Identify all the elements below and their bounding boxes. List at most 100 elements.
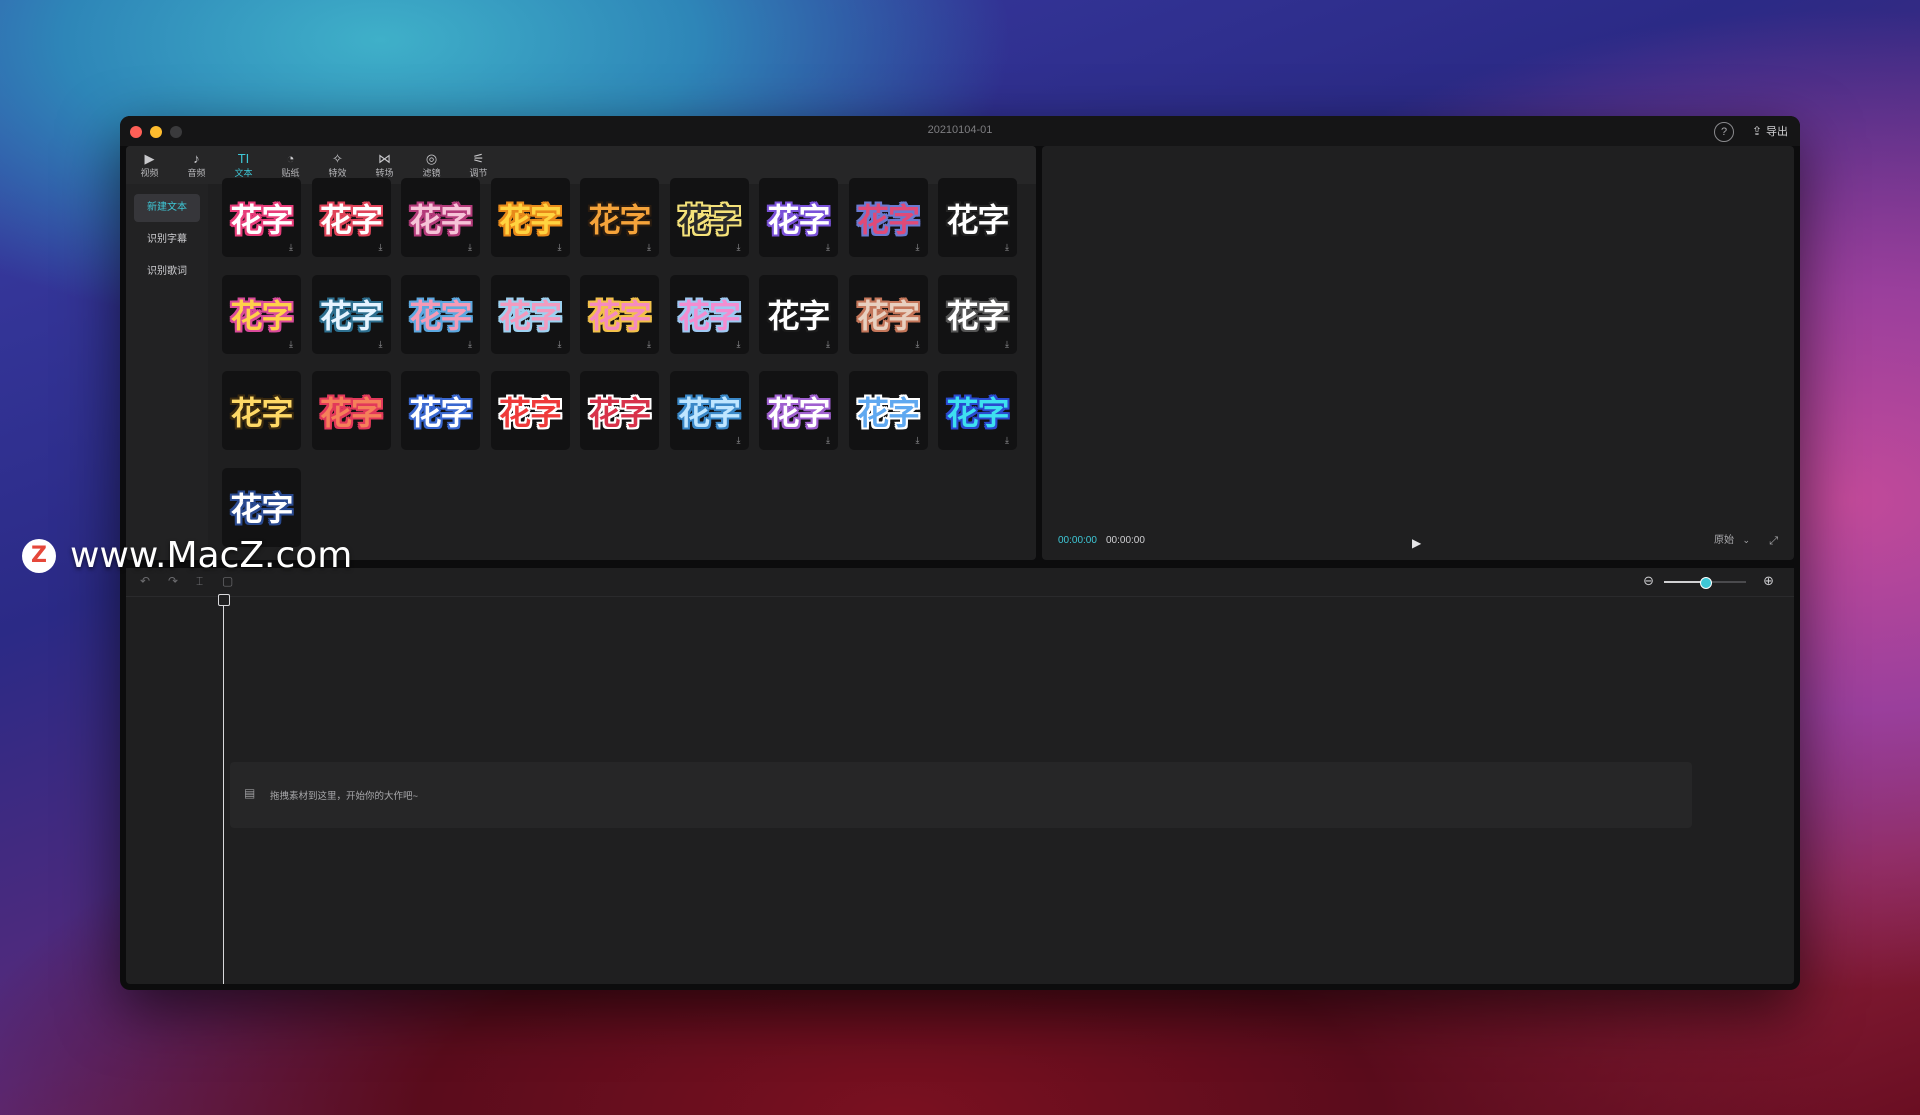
tab-label: 调节 xyxy=(469,167,488,178)
text-preset-sample: 花字 xyxy=(230,490,293,528)
chevron-down-icon[interactable]: ⌄ xyxy=(1742,535,1750,546)
undo-icon[interactable]: ↶ xyxy=(140,574,150,588)
download-icon[interactable]: ⤓ xyxy=(737,242,741,253)
text-preset-tile[interactable]: 花字 xyxy=(580,371,659,450)
play-icon[interactable]: ▶ xyxy=(1412,536,1421,550)
text-preset-tile[interactable]: 花字 ⤓ xyxy=(490,178,570,257)
download-icon[interactable]: ⤓ xyxy=(826,339,830,350)
zoom-slider[interactable] xyxy=(1664,577,1746,589)
download-icon[interactable]: ⤓ xyxy=(647,242,651,253)
tab-icon: ◔ xyxy=(286,150,295,166)
text-preset-sample: 花字 xyxy=(230,297,293,335)
text-preset-tile[interactable]: 花字 ⤓ xyxy=(669,371,749,450)
text-preset-sample: 花字 xyxy=(498,200,562,239)
text-preset-tile[interactable]: 花字 ⤓ xyxy=(401,178,480,257)
download-icon[interactable]: ⤓ xyxy=(1005,435,1009,446)
text-preset-sample: 花字 xyxy=(856,297,920,335)
text-preset-tile[interactable]: 花字 xyxy=(311,371,391,450)
zoom-out-icon[interactable]: ⊖ xyxy=(1643,573,1654,589)
download-icon[interactable]: ⤓ xyxy=(379,339,383,350)
tab-0[interactable]: ▶ 视频 xyxy=(126,146,173,184)
tab-icon: ⋈ xyxy=(378,150,391,166)
text-preset-sample: 花字 xyxy=(677,297,741,335)
text-sidebar: 新建文本识别字幕识别歌词 xyxy=(126,184,208,560)
playhead[interactable] xyxy=(223,596,224,984)
text-preset-tile[interactable]: 花字 ⤓ xyxy=(490,274,570,354)
zoom-in-icon[interactable]: ⊕ xyxy=(1763,573,1774,589)
text-preset-tile[interactable]: 花字 xyxy=(222,371,301,450)
tab-label: 文本 xyxy=(234,167,253,178)
export-label: 导出 xyxy=(1766,126,1788,138)
download-icon[interactable]: ⤓ xyxy=(558,242,562,253)
download-icon[interactable]: ⤓ xyxy=(289,242,293,253)
download-icon[interactable]: ⤓ xyxy=(826,435,830,446)
text-preset-tile[interactable]: 花字 ⤓ xyxy=(848,178,928,257)
download-icon[interactable]: ⤓ xyxy=(826,242,830,253)
split-icon[interactable]: ⌶ xyxy=(196,574,203,589)
tab-label: 音频 xyxy=(187,167,206,178)
sidebar-item-0[interactable]: 新建文本 xyxy=(134,194,200,222)
text-preset-tile[interactable]: 花字 ⤓ xyxy=(222,178,301,257)
fullscreen-icon[interactable]: ⤢ xyxy=(1769,535,1778,548)
download-icon[interactable]: ⤓ xyxy=(1005,339,1009,350)
tab-label: 视频 xyxy=(140,167,159,178)
download-icon[interactable]: ⤓ xyxy=(289,339,293,350)
download-icon[interactable]: ⤓ xyxy=(468,242,472,253)
text-preset-sample: 花字 xyxy=(856,200,920,239)
text-preset-tile[interactable]: 花字 ⤓ xyxy=(759,274,838,354)
text-preset-tile[interactable]: 花字 ⤓ xyxy=(580,178,659,257)
text-preset-sample: 花字 xyxy=(588,393,651,432)
download-icon[interactable]: ⤓ xyxy=(558,339,562,350)
text-preset-tile[interactable]: 花字 ⤓ xyxy=(848,274,928,354)
text-preset-tile[interactable]: 花字 ⤓ xyxy=(759,371,838,450)
text-preset-tile[interactable]: 花字 ⤓ xyxy=(669,178,749,257)
redo-icon[interactable]: ↷ xyxy=(168,574,178,588)
text-preset-tile[interactable]: 花字 ⤓ xyxy=(401,274,480,354)
text-preset-tile[interactable]: 花字 ⤓ xyxy=(311,178,391,257)
download-icon[interactable]: ⤓ xyxy=(379,242,383,253)
text-preset-tile[interactable]: 花字 ⤓ xyxy=(938,371,1017,450)
text-preset-sample: 花字 xyxy=(319,200,383,239)
sidebar-item-2[interactable]: 识别歌词 xyxy=(134,258,200,286)
download-icon[interactable]: ⤓ xyxy=(647,339,651,350)
download-icon[interactable]: ⤓ xyxy=(737,435,741,446)
text-preset-sample: 花字 xyxy=(498,297,562,335)
text-preset-tile[interactable]: 花字 ⤓ xyxy=(311,274,391,354)
text-preset-tile[interactable]: 花字 ⤓ xyxy=(669,274,749,354)
help-button[interactable]: ? xyxy=(1714,122,1734,142)
download-icon[interactable]: ⤓ xyxy=(916,339,920,350)
text-preset-tile[interactable]: 花字 ⤓ xyxy=(580,274,659,354)
text-preset-sample: 花字 xyxy=(767,297,830,335)
playhead-handle[interactable] xyxy=(218,594,230,606)
download-icon[interactable]: ⤓ xyxy=(1005,242,1009,253)
delete-icon[interactable]: ▢ xyxy=(222,574,233,588)
drop-hint: 拖拽素材到这里，开始你的大作吧~ xyxy=(270,791,419,802)
text-preset-sample: 花字 xyxy=(856,393,920,432)
download-icon[interactable]: ⤓ xyxy=(468,339,472,350)
export-button[interactable]: ⇪ 导出 xyxy=(1752,122,1788,140)
text-preset-tile[interactable]: 花字 ⤓ xyxy=(848,371,928,450)
sidebar-item-1[interactable]: 识别字幕 xyxy=(134,226,200,254)
tab-1[interactable]: ♪ 音频 xyxy=(173,146,220,184)
text-preset-sample: 花字 xyxy=(677,393,741,432)
text-preset-tile[interactable]: 花字 ⤓ xyxy=(938,178,1017,257)
text-preset-tile[interactable]: 花字 xyxy=(490,371,570,450)
aspect-ratio-select[interactable]: 原始 xyxy=(1714,531,1734,546)
download-icon[interactable]: ⤓ xyxy=(737,339,741,350)
text-preset-tile[interactable]: 花字 ⤓ xyxy=(222,274,301,354)
watermark-text: www.MacZ.com xyxy=(70,535,353,576)
text-preset-tile[interactable]: 花字 ⤓ xyxy=(938,274,1017,354)
tab-icon: ♪ xyxy=(193,150,200,166)
text-preset-sample: 花字 xyxy=(767,200,830,239)
zoom-slider-knob[interactable] xyxy=(1700,577,1712,589)
app-window: 20210104-01 ? ⇪ 导出 ▶ 视频 ♪ 音频 TI 文本 ◔ 贴纸 ✧ 特效 ⋈ 转场 ◎ 滤… xyxy=(120,116,1800,990)
download-icon[interactable]: ⤓ xyxy=(916,435,920,446)
text-preset-sample: 花字 xyxy=(230,393,293,432)
text-preset-sample: 花字 xyxy=(588,297,651,335)
media-drop-zone[interactable]: ▤ 拖拽素材到这里，开始你的大作吧~ xyxy=(230,762,1692,828)
download-icon[interactable]: ⤓ xyxy=(916,242,920,253)
tab-label: 特效 xyxy=(328,167,347,178)
text-preset-sample: 花字 xyxy=(319,297,383,335)
text-preset-tile[interactable]: 花字 ⤓ xyxy=(759,178,838,257)
text-preset-tile[interactable]: 花字 xyxy=(401,371,480,450)
